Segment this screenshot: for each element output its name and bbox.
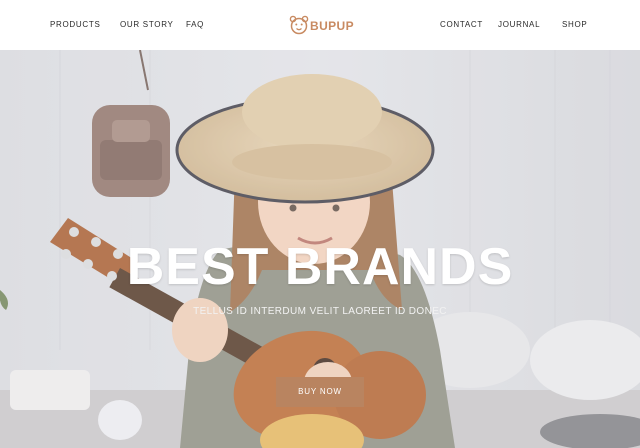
hero-banner: BEST BRANDS TELLUS ID INTERDUM VELIT LAO… xyxy=(0,50,640,448)
nav-link-faq[interactable]: FAQ xyxy=(186,20,204,30)
hero-subtitle: TELLUS ID INTERDUM VELIT LAOREET ID DONE… xyxy=(193,306,447,317)
buy-now-button[interactable]: BUY NOW xyxy=(276,377,364,407)
brand-logo[interactable]: BUPUP xyxy=(289,13,355,37)
nav-link-our-story[interactable]: OUR STORY xyxy=(120,20,174,30)
brand-name: BUPUP xyxy=(310,19,355,33)
top-navigation-bar: PRODUCTS OUR STORY FAQ BUPUP CONTACT JOU… xyxy=(0,0,640,50)
nav-link-products[interactable]: PRODUCTS xyxy=(50,20,101,30)
nav-link-journal[interactable]: JOURNAL xyxy=(498,20,540,30)
nav-link-shop[interactable]: SHOP xyxy=(562,20,587,30)
bear-face-icon xyxy=(289,15,309,35)
hero-title: BEST BRANDS xyxy=(126,238,514,296)
nav-link-contact[interactable]: CONTACT xyxy=(440,20,483,30)
